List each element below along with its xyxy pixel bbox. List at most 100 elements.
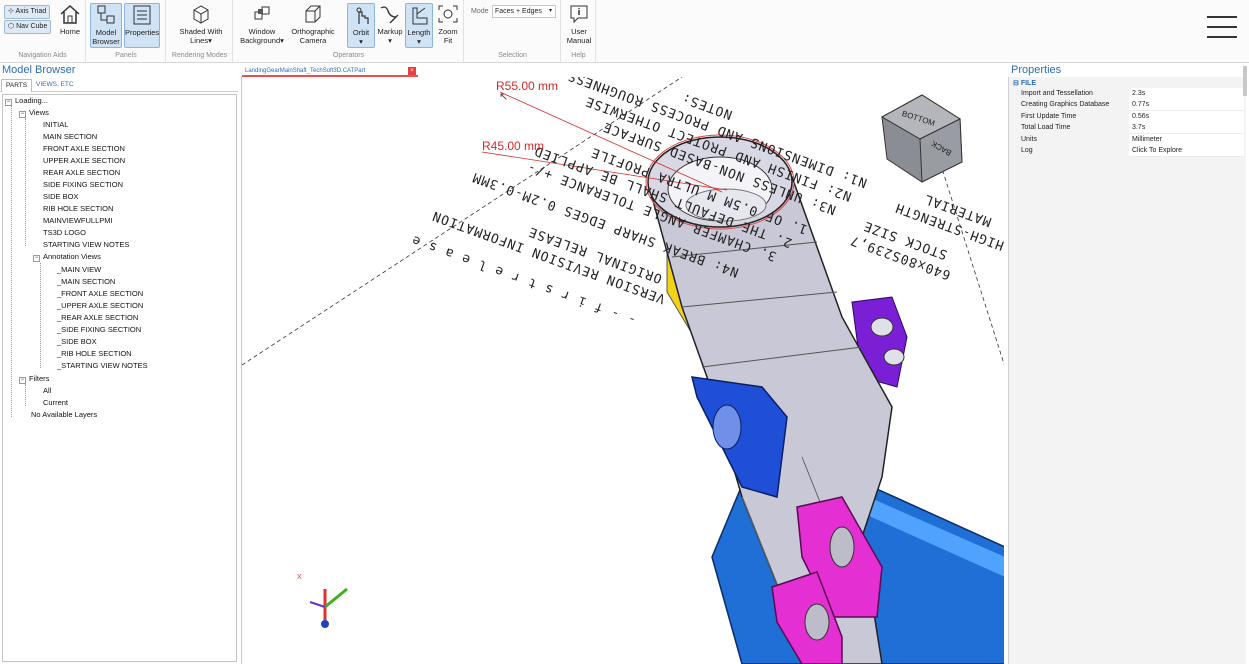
blue-box-hole xyxy=(712,404,742,450)
group-panels: Model Browser Properties Panels xyxy=(87,0,166,63)
tree-view-item[interactable]: TS3D LOGO xyxy=(43,228,86,238)
home-icon xyxy=(60,4,80,24)
tab-parts[interactable]: PARTS xyxy=(1,79,33,92)
tree-annotation-item[interactable]: _SIDE FIXING SECTION xyxy=(57,325,141,335)
markup-button[interactable]: Markup ▾ xyxy=(376,3,404,45)
model-browser-button[interactable]: Model Browser xyxy=(90,3,122,48)
tree-guide xyxy=(40,263,41,368)
group-operators: Window Background▾ Orthographic Camera O… xyxy=(234,0,464,63)
properties-group-file[interactable]: ⊟ FILE xyxy=(1013,79,1036,87)
axis-z-line xyxy=(309,601,326,608)
model-tree: − Loading... − Views INITIAL MAIN SECTION … xyxy=(2,94,237,662)
property-key: Creating Graphics Database xyxy=(1021,101,1110,108)
tree-node-views[interactable]: − Views xyxy=(19,108,49,118)
properties-panel: ⊟ FILE Import and Tessellation 2.3s Crea… xyxy=(1008,77,1246,664)
magenta-lug-hole xyxy=(829,526,855,568)
orbit-button[interactable]: Orbit ▾ xyxy=(347,3,375,48)
dropdown-arrow-icon: ▾ xyxy=(208,36,212,45)
tree-view-item[interactable]: STARTING VIEW NOTES xyxy=(43,240,129,250)
collapse-icon[interactable]: − xyxy=(5,99,12,106)
purple-bracket-hole xyxy=(870,317,894,337)
property-row[interactable]: Log Click To Explore xyxy=(1021,145,1244,157)
tree-filter-item[interactable]: All xyxy=(43,386,51,396)
group-label: Panels xyxy=(115,52,137,59)
ribbon-toolbar: ⊹ Axis Triad ⬡ Nav Cube Home Navigation … xyxy=(0,0,1249,63)
3d-viewport[interactable]: - - f i r s t r e l e a s e VERSION REVI… xyxy=(241,77,1004,664)
tree-view-item[interactable]: UPPER AXLE SECTION xyxy=(43,156,125,166)
shaded-with-lines-button[interactable]: Shaded With Lines▾ xyxy=(173,3,229,45)
collapse-icon[interactable]: − xyxy=(19,111,26,118)
home-button[interactable]: Home xyxy=(56,3,84,36)
tree-annotation-item[interactable]: _REAR AXLE SECTION xyxy=(57,313,138,323)
tab-views-etc[interactable]: VIEWS, ETC xyxy=(32,79,78,92)
group-rendering-modes: Shaded With Lines▾ Rendering Modes xyxy=(167,0,233,63)
tree-annotation-item[interactable]: _STARTING VIEW NOTES xyxy=(57,361,148,371)
properties-button[interactable]: Properties xyxy=(124,3,160,48)
property-row: Units Millimeter xyxy=(1021,134,1244,146)
tree-annotation-item[interactable]: _MAIN SECTION xyxy=(57,277,115,287)
tree-view-item[interactable]: INITIAL xyxy=(43,120,68,130)
collapse-icon[interactable]: ⊟ xyxy=(1013,80,1019,87)
collapse-icon[interactable]: − xyxy=(19,377,26,384)
tree-node-filters[interactable]: − Filters xyxy=(19,374,49,384)
property-key: Total Load Time xyxy=(1021,124,1071,131)
dropdown-arrow-icon: ▾ xyxy=(417,37,421,46)
selection-mode-select[interactable]: Faces + Edges ▾ xyxy=(492,5,556,18)
property-key: Import and Tessellation xyxy=(1021,90,1093,97)
hamburger-menu-icon[interactable] xyxy=(1207,16,1237,38)
axis-triad-button[interactable]: ⊹ Axis Triad xyxy=(4,5,51,19)
document-tab[interactable]: LandingGearMainShaft_TechSoft3D.CATPart … xyxy=(242,66,418,77)
tree-guide xyxy=(11,105,12,417)
tree-annotation-item[interactable]: _SIDE BOX xyxy=(57,337,97,347)
length-button[interactable]: Length ▾ xyxy=(405,3,433,48)
purple-bracket-hole xyxy=(883,348,905,366)
tree-annotation-item[interactable]: _MAIN VIEW xyxy=(57,265,101,275)
tree-filter-item[interactable]: Current xyxy=(43,398,68,408)
orthographic-camera-button[interactable]: Orthographic Camera xyxy=(288,3,338,45)
tree-node-annotation-views[interactable]: − Annotation Views xyxy=(33,252,101,262)
tree-view-item[interactable]: MAIN SECTION xyxy=(43,132,97,142)
close-icon[interactable]: × xyxy=(408,67,416,75)
tree-annotation-item[interactable]: _UPPER AXLE SECTION xyxy=(57,301,143,311)
tree-annotation-item[interactable]: _RIB HOLE SECTION xyxy=(57,349,132,359)
property-key: First Update Time xyxy=(1021,113,1077,120)
group-label: Navigation Aids xyxy=(18,52,67,59)
model-browser-icon xyxy=(97,5,115,24)
magenta-lug-hole xyxy=(804,603,830,641)
tree-view-item[interactable]: FRONT AXLE SECTION xyxy=(43,144,125,154)
properties-scrollbar[interactable] xyxy=(1243,66,1247,96)
tree-annotation-item[interactable]: _FRONT AXLE SECTION xyxy=(57,289,143,299)
window-background-button[interactable]: Window Background▾ xyxy=(236,3,288,45)
tree-node-root[interactable]: − Loading... xyxy=(5,96,48,106)
tree-view-item[interactable]: RIB HOLE SECTION xyxy=(43,204,113,214)
tree-view-item[interactable]: MAINVIEWFULLPMI xyxy=(43,216,113,226)
markup-icon xyxy=(380,6,399,24)
user-manual-button[interactable]: User Manual xyxy=(564,3,594,45)
tree-view-item[interactable]: SIDE BOX xyxy=(43,192,78,202)
property-key: Log xyxy=(1021,147,1033,154)
orbit-icon xyxy=(356,7,369,24)
axis-triad[interactable]: X xyxy=(297,574,348,628)
dimension-r45[interactable]: R45.00 mm xyxy=(482,139,544,153)
tree-view-item[interactable]: REAR AXLE SECTION xyxy=(43,168,120,178)
axis-y-line xyxy=(324,587,348,609)
tree-node-layers: No Available Layers xyxy=(31,410,98,419)
nav-cube-button[interactable]: ⬡ Nav Cube xyxy=(4,20,52,34)
dropdown-arrow-icon: ▾ xyxy=(359,37,363,46)
model-canvas[interactable]: - - f i r s t r e l e a s e VERSION REVI… xyxy=(242,77,1004,664)
dropdown-arrow-icon: ▾ xyxy=(280,36,284,45)
properties-icon xyxy=(133,5,151,25)
dropdown-arrow-icon: ▾ xyxy=(388,36,392,45)
tree-view-item[interactable]: SIDE FIXING SECTION xyxy=(43,180,123,190)
axis-origin xyxy=(321,620,329,628)
tree-guide xyxy=(25,384,26,406)
collapse-icon[interactable]: − xyxy=(33,255,40,262)
window-background-icon xyxy=(254,6,270,20)
property-value-log-link[interactable]: Click To Explore xyxy=(1129,145,1244,157)
zoom-fit-button[interactable]: Zoom Fit xyxy=(435,3,461,45)
nav-cube[interactable]: BOTTOM BACK xyxy=(880,94,963,183)
property-row: First Update Time 0.56s xyxy=(1021,111,1244,123)
property-row: Creating Graphics Database 0.77s xyxy=(1021,99,1244,111)
property-value: 3.7s xyxy=(1129,122,1244,134)
group-label: Operators xyxy=(332,52,365,59)
